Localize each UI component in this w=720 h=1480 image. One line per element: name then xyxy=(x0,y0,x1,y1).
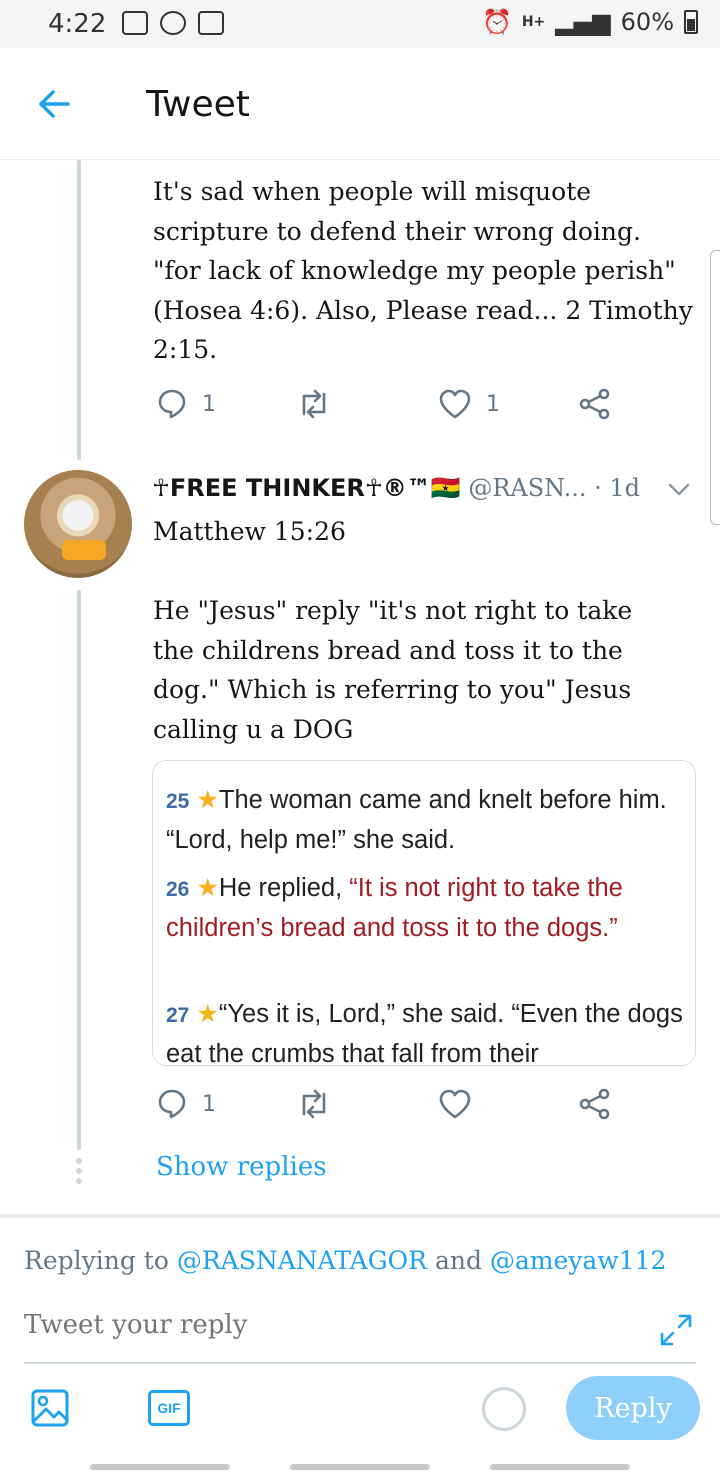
reply-count: 1 xyxy=(202,391,216,417)
reply-icon xyxy=(158,1089,186,1119)
network-type: H+ xyxy=(521,14,546,30)
nav-indicator xyxy=(490,1464,630,1470)
verse-26: 26 ★He replied, “It is not right to take… xyxy=(166,869,686,947)
show-replies-link[interactable]: Show replies xyxy=(156,1152,327,1182)
alarm-icon: ⏰ xyxy=(481,8,512,36)
more-dots-icon xyxy=(75,1156,83,1188)
heart-icon xyxy=(439,389,471,419)
verse-number: 25 xyxy=(166,790,190,813)
scrollbar[interactable] xyxy=(710,250,720,525)
verse-text: “Yes it is, Lord,” she said. “Even the d… xyxy=(166,1000,683,1066)
app-header: Tweet xyxy=(0,48,720,160)
character-counter xyxy=(482,1387,526,1431)
verse-25: 25 ★The woman came and knelt before him.… xyxy=(166,781,686,859)
chevron-down-icon[interactable] xyxy=(668,478,690,500)
gif-button[interactable]: GIF xyxy=(148,1390,190,1426)
verse-number: 27 xyxy=(166,1004,190,1027)
thread-line xyxy=(77,590,81,1150)
thread-line xyxy=(77,160,81,460)
replying-prefix: Replying to xyxy=(24,1246,177,1275)
reply-icon xyxy=(158,389,186,419)
heart-icon xyxy=(439,1089,471,1119)
verse-text: He replied, xyxy=(218,874,350,902)
download-notification-icon xyxy=(198,11,224,35)
whatsapp-notification-icon xyxy=(160,11,186,35)
embedded-image-card[interactable]: 25 ★The woman came and knelt before him.… xyxy=(152,760,696,1066)
image-icon[interactable] xyxy=(30,1388,70,1428)
mention-link[interactable]: @RASNANATAGOR xyxy=(177,1246,427,1275)
status-bar: 4:22 ⏰ H+ ▂▄▆ 60% xyxy=(0,0,720,48)
retweet-icon xyxy=(302,389,326,419)
nav-indicator xyxy=(90,1464,230,1470)
gallery-notification-icon xyxy=(122,11,148,35)
reply-input[interactable] xyxy=(24,1310,624,1340)
display-name: ☥FREE THINKER☥®™🇬🇭 xyxy=(152,474,461,502)
reply-action[interactable]: 1 xyxy=(156,1088,216,1120)
share-action[interactable] xyxy=(578,1088,612,1120)
reply-count: 1 xyxy=(202,1091,216,1117)
page-title: Tweet xyxy=(146,84,250,125)
expand-icon[interactable] xyxy=(658,1312,694,1348)
verse-27: 27 ★“Yes it is, Lord,” she said. “Even t… xyxy=(166,995,686,1066)
star-icon: ★ xyxy=(196,1000,219,1028)
verse-text: The woman came and knelt before him. “Lo… xyxy=(166,786,667,854)
arrow-left-icon[interactable] xyxy=(34,84,74,131)
reply-action[interactable]: 1 xyxy=(156,388,216,420)
avatar[interactable] xyxy=(24,470,132,578)
divider xyxy=(0,1214,720,1218)
tweet-text: It's sad when people will misquote scrip… xyxy=(153,177,693,364)
reply-button[interactable]: Reply xyxy=(566,1376,700,1440)
share-icon xyxy=(579,388,610,420)
replying-and: and xyxy=(427,1246,490,1275)
tweet-author[interactable]: ☥FREE THINKER☥®™🇬🇭 @RASN... · 1d xyxy=(152,474,640,502)
retweet-action[interactable] xyxy=(296,1088,332,1120)
share-icon xyxy=(579,1088,610,1120)
signal-icon: ▂▄▆ xyxy=(555,8,611,36)
mention-link[interactable]: @ameyaw112 xyxy=(490,1246,667,1275)
share-action[interactable] xyxy=(578,388,612,420)
like-action[interactable]: 1 xyxy=(438,388,500,420)
star-icon: ★ xyxy=(196,874,219,902)
tweet-actions: 1 xyxy=(156,1088,626,1128)
system-nav-bar xyxy=(0,1456,720,1480)
handle: @RASN... xyxy=(468,474,587,502)
input-underline xyxy=(24,1362,696,1364)
like-count: 1 xyxy=(486,391,500,417)
replying-to: Replying to @RASNANATAGOR and @ameyaw112 xyxy=(24,1246,666,1275)
status-right: ⏰ H+ ▂▄▆ 60% xyxy=(482,8,698,36)
retweet-action[interactable] xyxy=(296,388,332,420)
tweet-reference: Matthew 15:26 xyxy=(153,517,346,546)
battery-icon xyxy=(684,10,698,34)
tweet-actions: 1 1 xyxy=(156,388,626,428)
like-action[interactable] xyxy=(438,1088,472,1120)
nav-indicator xyxy=(290,1464,430,1470)
star-icon: ★ xyxy=(196,786,219,814)
tweet-time: · 1d xyxy=(594,474,641,502)
tweet-text: He "Jesus" reply "it's not right to take… xyxy=(153,596,633,744)
retweet-icon xyxy=(302,1089,326,1119)
status-time: 4:22 xyxy=(48,9,107,39)
battery-percent: 60% xyxy=(620,8,674,36)
verse-number: 26 xyxy=(166,878,190,901)
